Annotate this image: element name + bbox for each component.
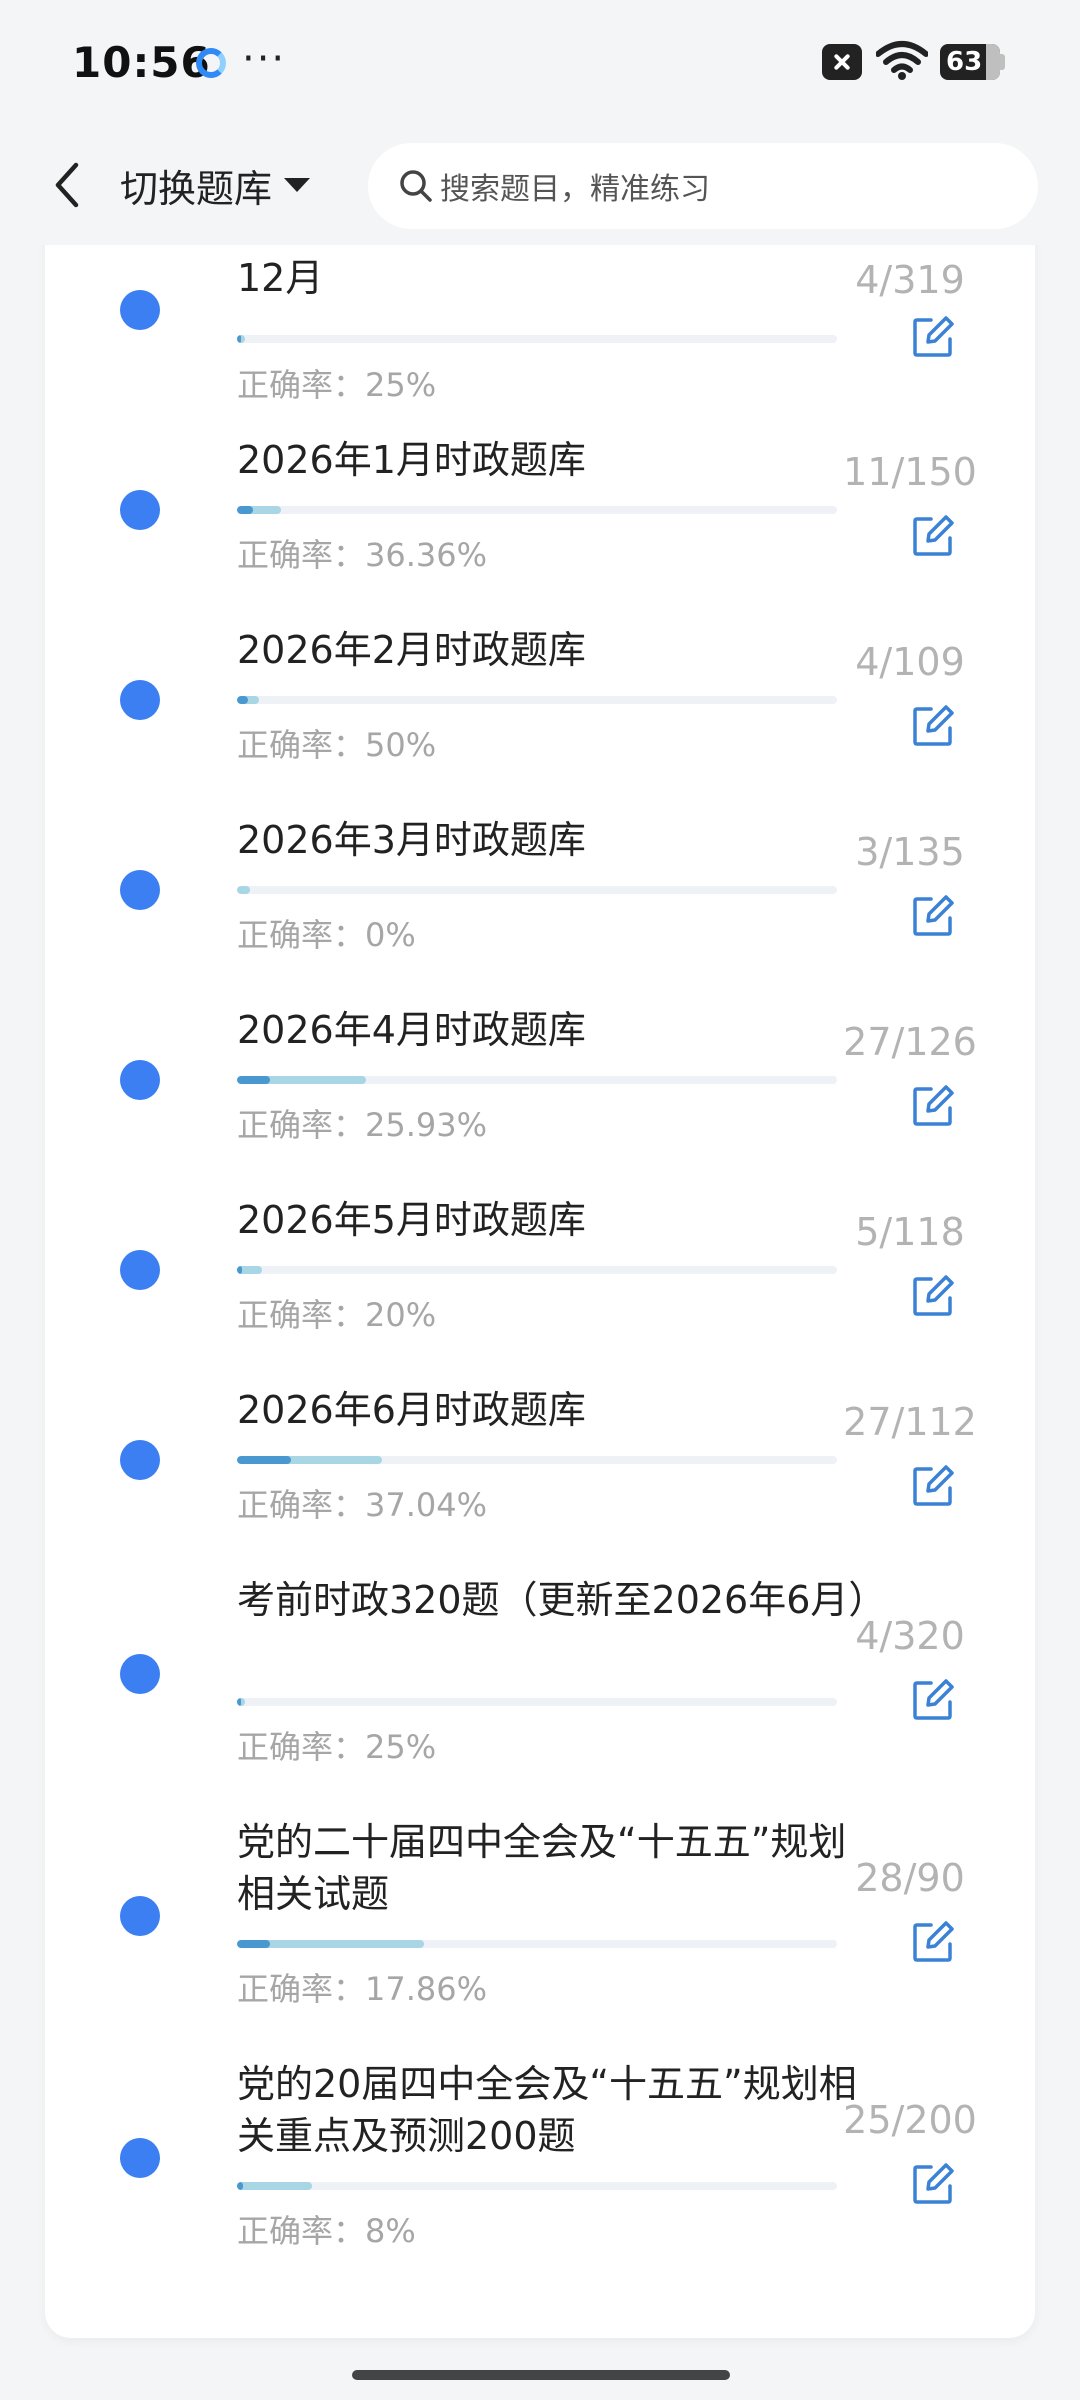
item-count: 27/112 xyxy=(843,1400,977,1444)
battery-icon: 63 xyxy=(940,44,1000,80)
item-progress-bar xyxy=(237,1266,837,1274)
progress-correct-fill xyxy=(237,1698,241,1706)
item-accuracy: 正确率：25% xyxy=(237,1728,437,1766)
switch-question-bank-button[interactable]: 切换题库 xyxy=(120,155,311,215)
progress-completed-fill xyxy=(237,886,250,894)
edit-icon[interactable] xyxy=(911,1678,955,1722)
progress-completed-fill xyxy=(237,2182,312,2190)
back-button[interactable] xyxy=(44,157,94,213)
item-accuracy: 正确率：0% xyxy=(237,916,416,954)
item-accuracy: 正确率：20% xyxy=(237,1296,437,1334)
item-dot xyxy=(120,490,160,530)
list-item[interactable]: 党的20届四中全会及“十五五”规划相关重点及预测200题 正确率：8% 25/2… xyxy=(45,2054,1035,2294)
item-progress-bar xyxy=(237,1698,837,1706)
item-dot xyxy=(120,1896,160,1936)
item-progress-bar xyxy=(237,2182,837,2190)
item-dot xyxy=(120,2138,160,2178)
item-accuracy: 正确率：25.93% xyxy=(237,1106,488,1144)
item-count: 11/150 xyxy=(843,450,977,494)
item-dot xyxy=(120,680,160,720)
progress-correct-fill xyxy=(237,2182,243,2190)
list-item[interactable]: 2026年1月时政题库 正确率：36.36% 11/150 xyxy=(45,430,1035,610)
list-item[interactable]: 2026年6月时政题库 正确率：37.04% 27/112 xyxy=(45,1380,1035,1560)
item-accuracy: 正确率：37.04% xyxy=(237,1486,488,1524)
progress-correct-fill xyxy=(237,1940,270,1948)
item-dot xyxy=(120,1250,160,1290)
edit-icon[interactable] xyxy=(911,514,955,558)
edit-icon[interactable] xyxy=(911,894,955,938)
list-item[interactable]: 2026年2月时政题库 正确率：50% 4/109 xyxy=(45,620,1035,800)
progress-correct-fill xyxy=(237,506,253,514)
item-count: 4/320 xyxy=(855,1614,965,1658)
item-progress-bar xyxy=(237,1456,837,1464)
item-accuracy: 正确率：36.36% xyxy=(237,536,488,574)
item-progress-bar xyxy=(237,1076,837,1084)
item-count: 4/109 xyxy=(855,640,965,684)
progress-correct-fill xyxy=(237,696,248,704)
search-input[interactable]: 搜索题目，精准练习 xyxy=(368,143,1038,229)
item-dot xyxy=(120,1654,160,1694)
status-bar: 10:56 ··· 63 xyxy=(0,0,1080,125)
item-dot xyxy=(120,1440,160,1480)
progress-correct-fill xyxy=(237,1266,242,1274)
status-time: 10:56 xyxy=(72,38,211,87)
list-item[interactable]: 考前时政320题（更新至2026年6月） 正确率：25% 4/320 xyxy=(45,1570,1035,1800)
more-notifications-icon: ··· xyxy=(242,36,287,82)
item-accuracy: 正确率：50% xyxy=(237,726,437,764)
list-item[interactable]: 党的二十届四中全会及“十五五”规划相关试题 正确率：17.86% 28/90 xyxy=(45,1812,1035,2042)
edit-icon[interactable] xyxy=(911,1084,955,1128)
edit-icon[interactable] xyxy=(911,704,955,748)
item-dot xyxy=(120,1060,160,1100)
item-progress-bar xyxy=(237,506,837,514)
wifi-icon xyxy=(876,41,928,80)
item-count: 28/90 xyxy=(855,1856,965,1900)
list-item[interactable]: 2026年3月时政题库 正确率：0% 3/135 xyxy=(45,810,1035,990)
edit-icon[interactable] xyxy=(911,2162,955,2206)
progress-correct-fill xyxy=(237,1076,270,1084)
edit-icon[interactable] xyxy=(911,1274,955,1318)
item-accuracy: 正确率：25% xyxy=(237,366,437,404)
switch-question-bank-label: 切换题库 xyxy=(120,166,273,211)
item-progress-bar xyxy=(237,696,837,704)
item-count: 25/200 xyxy=(843,2098,977,2142)
item-dot xyxy=(120,290,160,330)
item-accuracy: 正确率：8% xyxy=(237,2212,416,2250)
top-nav-bar: 切换题库 搜索题目，精准练习 xyxy=(0,125,1080,245)
progress-correct-fill xyxy=(237,335,241,343)
edit-icon[interactable] xyxy=(911,1920,955,1964)
app-notification-icon xyxy=(196,48,226,78)
caret-down-icon xyxy=(284,178,311,192)
item-dot xyxy=(120,870,160,910)
no-sim-icon xyxy=(822,44,862,80)
item-count: 3/135 xyxy=(855,830,965,874)
item-count: 5/118 xyxy=(855,1210,965,1254)
item-count: 4/319 xyxy=(855,258,965,302)
home-indicator[interactable] xyxy=(352,2370,730,2380)
item-progress-bar xyxy=(237,886,837,894)
question-bank-list: 考前时政320题（重点看）到2025年12月 正确率：25% 4/319 202… xyxy=(45,180,1035,2338)
list-item[interactable]: 2026年4月时政题库 正确率：25.93% 27/126 xyxy=(45,1000,1035,1180)
progress-correct-fill xyxy=(237,1456,291,1464)
edit-icon[interactable] xyxy=(911,1464,955,1508)
item-progress-bar xyxy=(237,335,837,343)
item-progress-bar xyxy=(237,1940,837,1948)
list-item[interactable]: 2026年5月时政题库 正确率：20% 5/118 xyxy=(45,1190,1035,1370)
edit-icon[interactable] xyxy=(911,315,955,359)
search-placeholder: 搜索题目，精准练习 xyxy=(440,172,710,207)
item-accuracy: 正确率：17.86% xyxy=(237,1970,488,2008)
search-icon xyxy=(400,170,432,202)
battery-cap xyxy=(1000,54,1005,70)
item-count: 27/126 xyxy=(843,1020,977,1064)
